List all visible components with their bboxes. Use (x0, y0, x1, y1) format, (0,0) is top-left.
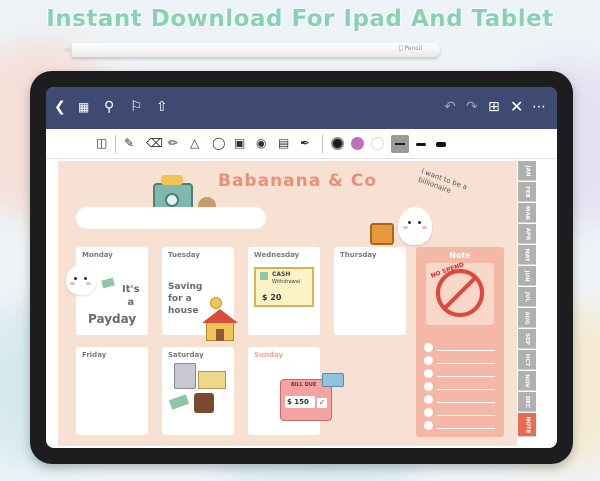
note-panel-title: Note (449, 251, 471, 260)
planner-brand-title: Babanana & Co (218, 171, 378, 191)
pencil-brand-label:  Pencil (399, 45, 422, 52)
app-toolbar: ❮ ▦ ⚲ ⚐ ⇧ ↶ ↷ ⊞ ✕ ⋯ (46, 87, 557, 129)
tab-note[interactable]: NOTE (518, 413, 536, 437)
day-friday[interactable]: Friday (76, 347, 148, 435)
close-icon[interactable]: ✕ (510, 99, 523, 115)
cash-subtitle: Withdrawal (272, 279, 301, 285)
calculator-icon (174, 363, 196, 389)
checklist-item[interactable] (424, 356, 496, 366)
checklist-item[interactable] (424, 408, 496, 418)
checklist-item[interactable] (424, 421, 496, 431)
day-label: Sunday (254, 351, 284, 359)
pen-icon[interactable]: ✎ (124, 136, 134, 150)
day-label: Thursday (340, 251, 377, 259)
checklist-item[interactable] (424, 369, 496, 379)
day-label: Friday (82, 351, 107, 359)
eyedropper-icon[interactable]: ✒ (300, 136, 310, 150)
eraser-icon[interactable]: ⌫ (146, 136, 163, 150)
name-field[interactable] (76, 207, 266, 229)
checklist-item[interactable] (424, 382, 496, 392)
image-icon[interactable]: ▣ (234, 136, 245, 150)
tablet-frame: ❮ ▦ ⚲ ⚐ ⇧ ↶ ↷ ⊞ ✕ ⋯ ◫ ✎ ⌫ ✏ △ ◯ ▣ ◉ ▤ ✒ (30, 71, 573, 464)
billionaire-text: I want to be a billionaire (417, 167, 469, 195)
bookmark-icon[interactable]: ⚐ (130, 99, 143, 115)
back-icon[interactable]: ❮ (54, 99, 66, 115)
cash-stack-icon (168, 394, 190, 410)
cash-withdrawal-sticker: CASH Withdrawal $ 20 (254, 267, 314, 307)
house-sticker (202, 309, 238, 341)
treasure-chest-icon (370, 223, 394, 245)
card-icon (198, 371, 226, 389)
text-icon[interactable]: ▤ (278, 136, 289, 150)
tab-aug[interactable]: AUG (518, 308, 536, 328)
note-line: a (127, 297, 135, 308)
no-spend-sticker: NO SPEND (426, 261, 494, 325)
highlighter-icon[interactable]: ✏ (168, 136, 178, 150)
planner-page[interactable]: Babanana & Co I want to be a billionaire… (58, 161, 517, 446)
note-line: It's (122, 284, 140, 295)
ghost-mascot-rich (398, 207, 432, 245)
bill-title: BILL DUE (291, 382, 317, 388)
undo-icon[interactable]: ↶ (444, 99, 456, 115)
pen-medium-button[interactable] (416, 143, 426, 146)
day-label: Monday (82, 251, 113, 259)
finance-sticker-cluster (168, 357, 230, 417)
ghost-mascot (66, 265, 96, 295)
redo-icon[interactable]: ↷ (466, 99, 478, 115)
cash-title: CASH (272, 271, 291, 278)
pen-thin-button[interactable] (391, 135, 409, 153)
payday-note: It's a (122, 283, 140, 309)
tab-nov[interactable]: NOV (518, 371, 536, 391)
pen-thick-button[interactable] (436, 142, 446, 147)
tab-mar[interactable]: MAR (518, 203, 536, 223)
day-thursday[interactable]: Thursday (334, 247, 406, 335)
checklist-item[interactable] (424, 395, 496, 405)
coin-icon (210, 297, 222, 309)
color-white-swatch[interactable] (371, 137, 384, 150)
day-label: Wednesday (254, 251, 300, 259)
note-line: Saving (168, 282, 203, 292)
checklist-item[interactable] (424, 343, 496, 353)
month-tabs: JAN FEB MAR APR MAY JUN JUL AUG SEP OCT … (518, 161, 536, 446)
tab-oct[interactable]: OCT (518, 350, 536, 370)
color-black-swatch[interactable] (331, 137, 344, 150)
no-spend-icon (436, 269, 484, 317)
shapes-icon[interactable]: △ (190, 136, 199, 150)
color-purple-swatch[interactable] (351, 137, 364, 150)
tablet-screen: ❮ ▦ ⚲ ⚐ ⇧ ↶ ↷ ⊞ ✕ ⋯ ◫ ✎ ⌫ ✏ △ ◯ ▣ ◉ ▤ ✒ (46, 87, 557, 448)
check-icon: ✓ (317, 398, 327, 408)
add-page-icon[interactable]: ⊞ (488, 99, 500, 115)
layout-icon[interactable]: ◫ (96, 136, 107, 150)
lasso-icon[interactable]: ◯ (212, 136, 225, 150)
more-icon[interactable]: ⋯ (532, 99, 546, 115)
credit-card-icon (322, 373, 344, 387)
tab-jan[interactable]: JAN (518, 161, 536, 181)
wallet-icon (194, 393, 214, 413)
tab-dec[interactable]: DEC (518, 392, 536, 412)
saving-note: Saving for a house (168, 281, 202, 317)
apple-pencil:  Pencil (62, 43, 440, 57)
camera-icon[interactable]: ◉ (256, 136, 266, 150)
note-panel[interactable]: Note NO SPEND (416, 247, 504, 437)
drawing-toolbar: ◫ ✎ ⌫ ✏ △ ◯ ▣ ◉ ▤ ✒ (46, 129, 557, 159)
note-line: house (168, 306, 199, 316)
tab-feb[interactable]: FEB (518, 182, 536, 202)
day-label: Tuesday (168, 251, 200, 259)
headline: Instant Download For Ipad And Tablet (46, 6, 554, 32)
grid-icon[interactable]: ▦ (78, 99, 89, 115)
tab-may[interactable]: MAY (518, 245, 536, 265)
tab-apr[interactable]: APR (518, 224, 536, 244)
search-icon[interactable]: ⚲ (104, 99, 114, 115)
note-line: for a (168, 294, 192, 304)
cash-amount: $ 20 (262, 293, 282, 302)
payday-word: Payday (88, 312, 137, 326)
tab-sep[interactable]: SEP (518, 329, 536, 349)
tab-jun[interactable]: JUN (518, 266, 536, 286)
share-icon[interactable]: ⇧ (156, 99, 168, 115)
bill-amount: $ 150 (285, 396, 315, 408)
tab-jul[interactable]: JUL (518, 287, 536, 307)
